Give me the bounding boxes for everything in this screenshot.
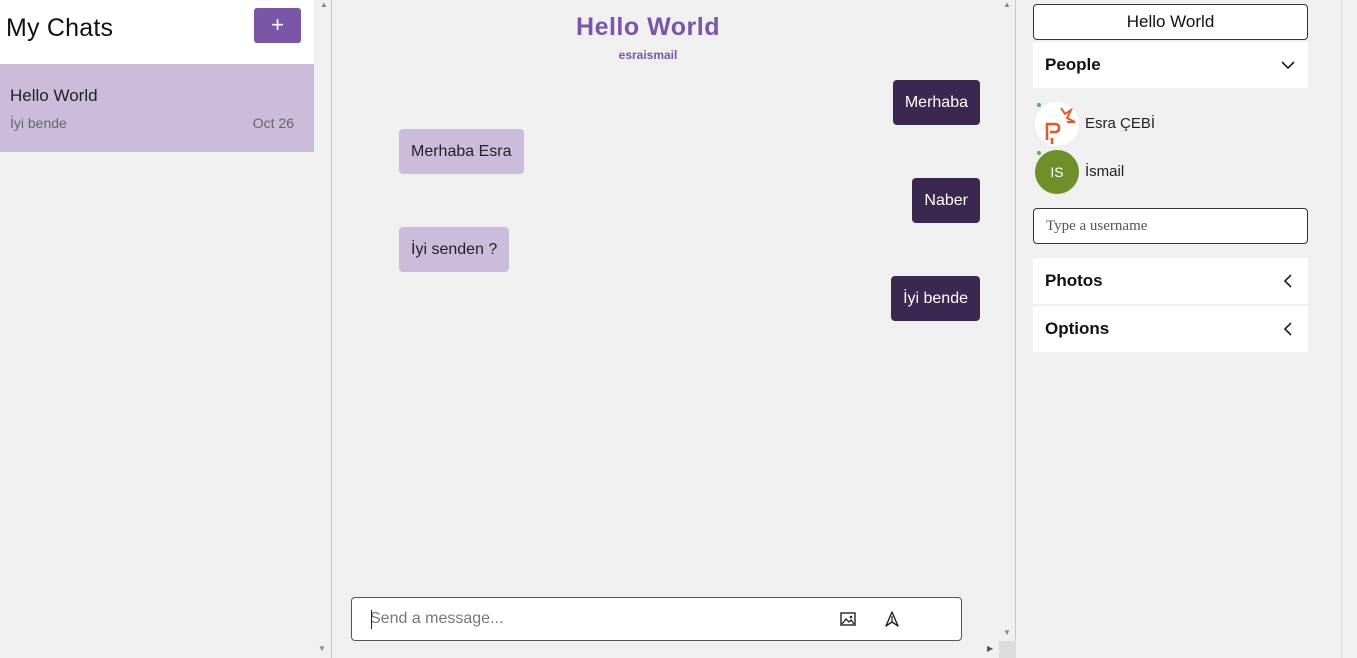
chevron-down-icon	[1280, 57, 1296, 73]
person-item[interactable]: IS İsmail	[1033, 150, 1308, 194]
message-bubble-outgoing[interactable]: İyi bende	[891, 276, 980, 321]
online-status-dot	[1037, 151, 1041, 155]
options-section-header[interactable]: Options	[1033, 306, 1308, 352]
message-bubble-incoming[interactable]: İyi senden ?	[399, 227, 510, 272]
chevron-left-icon	[1280, 321, 1296, 337]
image-icon[interactable]	[839, 610, 859, 630]
chat-list-header: My Chats +	[0, 0, 314, 64]
people-section-header[interactable]: People	[1033, 42, 1308, 88]
chat-subtitle: esraismail	[618, 48, 678, 62]
options-section-label: Options	[1045, 319, 1110, 338]
chat-name-button[interactable]: Hello World	[1033, 4, 1308, 40]
chat-list-title: My Chats	[6, 14, 114, 42]
chevron-left-icon	[1280, 273, 1296, 289]
chat-list-sidebar: My Chats + Hello World İyi bende Oct 26 …	[0, 0, 332, 658]
scroll-down-arrow-icon[interactable]: ▼	[318, 644, 326, 653]
chat-card[interactable]: Hello World İyi bende Oct 26	[0, 64, 314, 152]
chat-card-title: Hello World	[10, 86, 98, 105]
avatar: IS	[1035, 150, 1079, 194]
message-bubble-outgoing[interactable]: Merhaba	[892, 80, 980, 125]
photos-section-label: Photos	[1045, 271, 1103, 290]
send-icon[interactable]	[883, 610, 903, 630]
scroll-up-arrow-icon[interactable]: ▲	[320, 0, 328, 9]
text-caret	[371, 610, 372, 629]
message-input[interactable]	[370, 598, 810, 640]
scroll-right-arrow-icon[interactable]: ▶	[987, 644, 993, 653]
message-composer	[351, 597, 962, 641]
chat-settings-panel: Hello World People Esra ÇEBİ IS İsmail P…	[1017, 0, 1357, 658]
scroll-up-arrow-icon[interactable]: ▲	[1003, 0, 1011, 9]
chat-title: Hello World	[576, 13, 720, 41]
person-item[interactable]: Esra ÇEBİ	[1033, 102, 1308, 146]
message-bubble-outgoing[interactable]: Naber	[912, 178, 980, 223]
scroll-down-arrow-icon[interactable]: ▼	[1003, 628, 1011, 637]
message-bubble-incoming[interactable]: Merhaba Esra	[399, 129, 524, 174]
window-edge-divider	[1341, 0, 1342, 658]
online-status-dot	[1037, 103, 1041, 107]
new-chat-button[interactable]: +	[254, 8, 301, 43]
chat-card-date: Oct 26	[252, 115, 294, 131]
people-section-label: People	[1045, 55, 1101, 74]
avatar	[1035, 102, 1079, 146]
add-username-input[interactable]	[1033, 208, 1308, 244]
person-name: İsmail	[1085, 163, 1125, 180]
chat-feed: Hello World esraismail Merhaba Merhaba E…	[333, 0, 1016, 658]
person-name: Esra ÇEBİ	[1085, 115, 1156, 132]
photos-section-header[interactable]: Photos	[1033, 258, 1308, 304]
scrollbar-corner	[999, 641, 1016, 658]
chat-card-last-message: İyi bende	[10, 115, 67, 131]
